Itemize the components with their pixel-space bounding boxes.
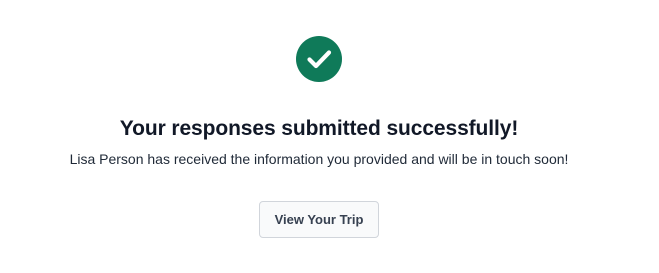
check-circle-icon: [296, 36, 342, 82]
success-title: Your responses submitted successfully!: [119, 117, 519, 140]
view-your-trip-button[interactable]: View Your Trip: [259, 201, 379, 238]
success-message: Lisa Person has received the information…: [69, 151, 569, 167]
success-panel: Your responses submitted successfully! L…: [0, 0, 659, 273]
